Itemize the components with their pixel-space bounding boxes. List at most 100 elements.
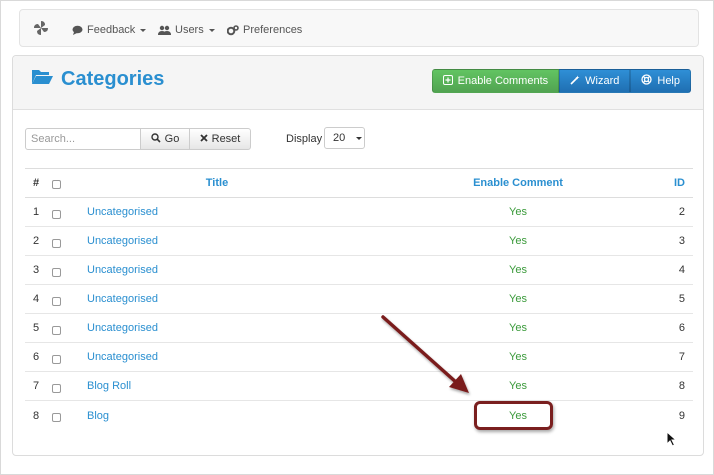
row-id: 3: [678, 235, 685, 247]
row-checkbox-cell: [52, 227, 61, 255]
table-row: 5 Uncategorised Yes 6: [25, 314, 693, 343]
enable-comments-button[interactable]: Enable Comments: [431, 69, 560, 93]
magic-wand-icon: [570, 75, 580, 88]
nav-preferences[interactable]: Preferences: [227, 22, 302, 38]
chevron-down-icon: [140, 28, 147, 32]
row-checkbox-cell: [52, 401, 61, 430]
row-id: 2: [678, 206, 685, 218]
users-icon: [158, 25, 171, 35]
row-enable-comment[interactable]: Yes: [465, 314, 571, 342]
row-number: 8: [33, 409, 40, 422]
help-button[interactable]: Help: [630, 69, 691, 93]
row-enable-comment[interactable]: Yes: [465, 372, 571, 400]
row-number: 3: [33, 264, 40, 276]
row-title-link[interactable]: Uncategorised: [87, 285, 158, 313]
row-id: 4: [678, 264, 685, 276]
lifebuoy-icon: [641, 74, 653, 88]
table-row: 1 Uncategorised Yes 2: [25, 198, 693, 227]
table-row: 2 Uncategorised Yes 3: [25, 227, 693, 256]
help-label: Help: [657, 75, 680, 87]
categories-panel: Categories Enable Comments Wizard Help S…: [12, 55, 704, 456]
column-header-enable-comment[interactable]: Enable Comment: [465, 169, 571, 197]
nav-users[interactable]: Users: [158, 22, 215, 38]
nav-feedback-label: Feedback: [87, 24, 136, 36]
search-input[interactable]: [25, 128, 141, 150]
page-title-text: Categories: [61, 68, 165, 90]
row-checkbox-cell: [52, 256, 61, 284]
row-checkbox-cell: [52, 314, 61, 342]
table-row: 4 Uncategorised Yes 5: [25, 285, 693, 314]
browser-frame: Feedback Users Preferences Categories En…: [0, 0, 714, 475]
nav-preferences-label: Preferences: [243, 24, 303, 36]
row-title-link[interactable]: Uncategorised: [87, 314, 158, 342]
row-checkbox[interactable]: [52, 413, 61, 422]
row-title-link[interactable]: Uncategorised: [87, 227, 158, 255]
table-row: 7 Blog Roll Yes 8: [25, 372, 693, 401]
row-enable-comment[interactable]: Yes: [465, 285, 571, 313]
row-checkbox[interactable]: [52, 238, 61, 248]
row-id: 8: [678, 380, 685, 392]
display-count-value: 20: [333, 132, 346, 144]
row-checkbox[interactable]: [52, 296, 61, 306]
row-title-link[interactable]: Uncategorised: [87, 198, 158, 226]
top-navbar: Feedback Users Preferences: [19, 9, 699, 47]
plus-square-icon: [442, 74, 453, 88]
row-id: 9: [678, 409, 685, 422]
table-row: 8 Blog Yes 9: [25, 401, 693, 430]
row-number: 4: [33, 293, 40, 305]
row-id: 7: [678, 351, 685, 363]
row-checkbox[interactable]: [52, 325, 61, 335]
wizard-button[interactable]: Wizard: [559, 69, 631, 93]
panel-header: Categories Enable Comments Wizard Help: [13, 56, 703, 110]
row-number: 5: [33, 322, 40, 334]
annotation-highlight-box: [474, 401, 553, 430]
pinwheel-logo-icon[interactable]: [32, 19, 50, 37]
mouse-cursor-icon: [666, 430, 678, 447]
row-id: 5: [678, 293, 685, 305]
display-count-select[interactable]: 20: [324, 127, 365, 149]
row-number: 2: [33, 235, 40, 247]
row-title-link[interactable]: Uncategorised: [87, 256, 158, 284]
row-checkbox-cell: [52, 198, 61, 226]
row-enable-comment[interactable]: Yes: [465, 343, 571, 371]
table-header: # Title Enable Comment ID: [25, 168, 693, 198]
wizard-label: Wizard: [585, 75, 620, 87]
row-title-link[interactable]: Blog Roll: [87, 372, 131, 400]
enable-comments-label: Enable Comments: [457, 75, 549, 87]
nav-users-label: Users: [175, 24, 204, 36]
row-enable-comment[interactable]: Yes: [465, 198, 571, 226]
column-header-id[interactable]: ID: [674, 169, 685, 197]
table-row: 6 Uncategorised Yes 7: [25, 343, 693, 372]
row-checkbox[interactable]: [52, 267, 61, 277]
close-icon: [199, 133, 208, 145]
chevron-down-icon: [208, 28, 215, 32]
reset-button[interactable]: Reset: [189, 128, 251, 150]
row-checkbox[interactable]: [52, 209, 61, 219]
reset-label: Reset: [211, 133, 241, 145]
row-id: 6: [678, 322, 685, 334]
go-button[interactable]: Go: [140, 128, 190, 150]
row-number: 7: [33, 380, 40, 392]
row-number: 6: [33, 351, 40, 363]
row-title-link[interactable]: Uncategorised: [87, 343, 158, 371]
header-button-group: Enable Comments Wizard Help: [431, 69, 691, 93]
row-checkbox[interactable]: [52, 354, 61, 364]
nav-feedback[interactable]: Feedback: [72, 22, 147, 38]
row-title-link[interactable]: Blog: [87, 401, 109, 430]
row-checkbox[interactable]: [52, 383, 61, 393]
row-checkbox-cell: [52, 343, 61, 371]
go-label: Go: [164, 133, 180, 145]
column-header-title[interactable]: Title: [25, 169, 409, 197]
comment-icon: [72, 25, 83, 35]
chevron-down-icon: [356, 136, 363, 140]
row-enable-comment[interactable]: Yes: [465, 256, 571, 284]
display-label: Display: [286, 133, 323, 145]
folder-open-icon: [31, 68, 53, 91]
row-enable-comment[interactable]: Yes: [465, 227, 571, 255]
gears-icon: [227, 24, 239, 36]
search-icon: [150, 132, 161, 146]
row-checkbox-cell: [52, 372, 61, 400]
table-row: 3 Uncategorised Yes 4: [25, 256, 693, 285]
page-title: Categories: [31, 68, 164, 91]
row-number: 1: [33, 206, 40, 218]
